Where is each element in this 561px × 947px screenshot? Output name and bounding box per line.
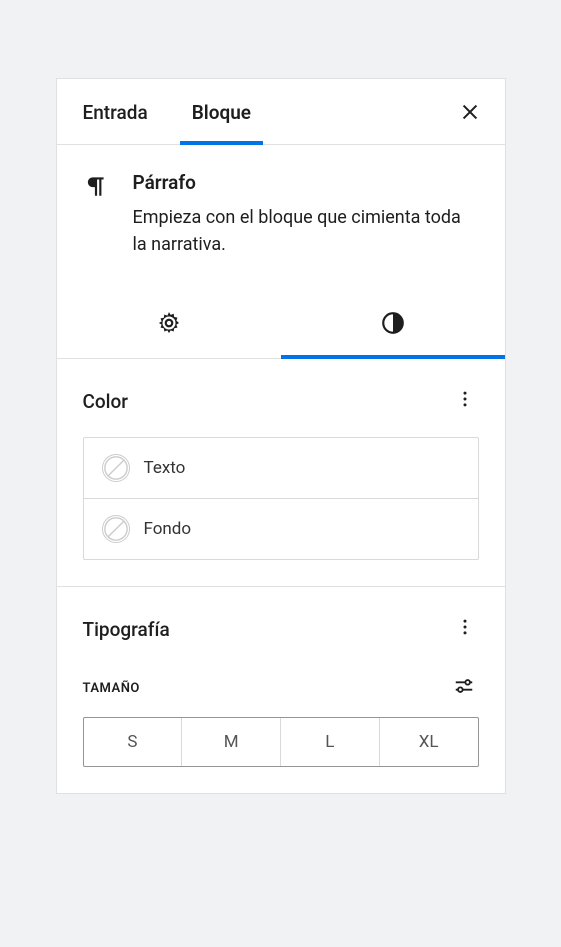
size-option-m[interactable]: M [181, 718, 280, 766]
color-section: Color Texto [57, 359, 505, 587]
size-label: TAMAÑO [83, 681, 140, 696]
color-label: Fondo [144, 519, 192, 539]
size-options: S M L XL [83, 717, 479, 767]
color-label: Texto [144, 458, 186, 478]
paragraph-icon [83, 171, 109, 258]
tab-styles[interactable] [281, 288, 505, 358]
panel-header: Entrada Bloque [57, 79, 505, 145]
more-vertical-icon [455, 617, 475, 637]
block-text: Párrafo Empieza con el bloque que cimien… [133, 171, 479, 258]
sliders-icon [453, 675, 475, 697]
size-option-l[interactable]: L [280, 718, 379, 766]
block-inspector-panel: Entrada Bloque Párrafo Empieza con el bl… [56, 78, 506, 794]
typography-section-header: Tipografía [83, 613, 479, 645]
size-custom-button[interactable] [449, 671, 479, 705]
block-info: Párrafo Empieza con el bloque que cimien… [57, 145, 505, 288]
tab-post[interactable]: Entrada [57, 79, 170, 144]
typography-section-menu[interactable] [451, 613, 479, 645]
close-icon [459, 101, 481, 123]
size-option-xl[interactable]: XL [379, 718, 478, 766]
inspector-subtabs [57, 288, 505, 359]
none-icon [103, 454, 129, 482]
block-description: Empieza con el bloque que cimienta toda … [133, 204, 479, 258]
color-section-menu[interactable] [451, 385, 479, 417]
typography-section: Tipografía TAMAÑO S M [57, 587, 505, 793]
color-swatch-none [102, 515, 130, 543]
color-item-background[interactable]: Fondo [84, 498, 478, 559]
header-tabs: Entrada Bloque [57, 79, 435, 144]
size-header: TAMAÑO [83, 671, 479, 705]
color-section-header: Color [83, 385, 479, 417]
size-option-s[interactable]: S [84, 718, 182, 766]
color-list: Texto Fondo [83, 437, 479, 560]
tab-block[interactable]: Bloque [170, 79, 273, 144]
color-item-text[interactable]: Texto [84, 438, 478, 498]
block-title: Párrafo [133, 171, 479, 194]
tab-settings[interactable] [57, 288, 281, 358]
close-button[interactable] [435, 81, 505, 143]
color-swatch-none [102, 454, 130, 482]
more-vertical-icon [455, 389, 475, 409]
color-section-title: Color [83, 390, 129, 413]
none-icon [103, 515, 129, 543]
typography-section-title: Tipografía [83, 618, 170, 641]
gear-icon [156, 310, 182, 336]
styles-icon [380, 310, 406, 336]
